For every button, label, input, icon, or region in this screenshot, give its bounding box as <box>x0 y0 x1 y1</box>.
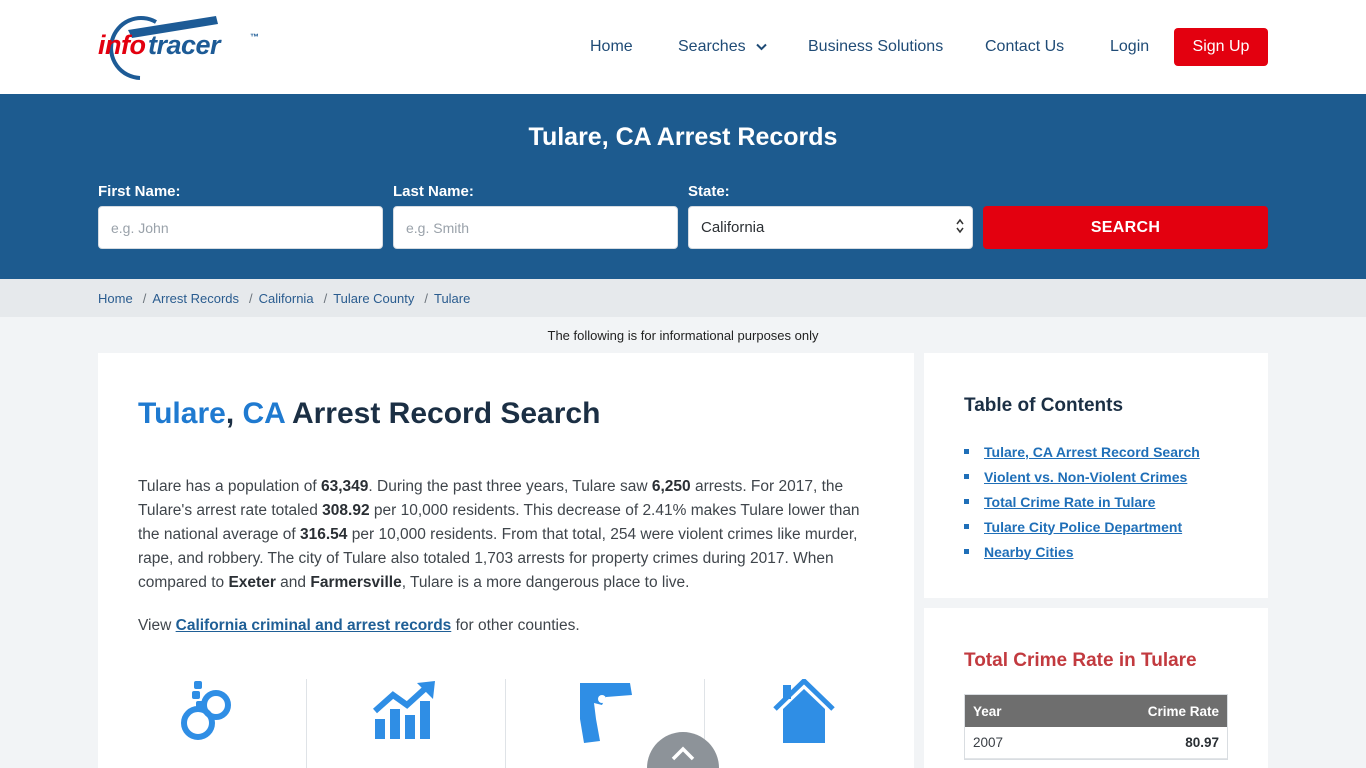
last-name-label: Last Name: <box>393 183 474 200</box>
toc-item: Violent vs. Non-Violent Crimes <box>964 464 1200 489</box>
nearby-city-exeter: Exeter <box>228 574 276 591</box>
breadcrumb-row: Home / Arrest Records / California / Tulare Co… <box>98 291 470 306</box>
breadcrumb-california[interactable]: California <box>259 291 314 306</box>
toc-list: Tulare, CA Arrest Record Search Violent … <box>964 439 1200 564</box>
table-header: Year Crime Rate <box>965 695 1227 727</box>
crime-rate-card: Total Crime Rate in Tulare Year Crime Ra… <box>924 608 1268 768</box>
para-text: Tulare has a population of <box>138 478 321 495</box>
national-average-value: 316.54 <box>300 526 348 543</box>
top-navbar: info tracer ™ Home Searches Business Sol… <box>0 0 1366 94</box>
chevron-up-icon <box>671 746 695 761</box>
handcuffs-icon <box>181 681 231 740</box>
nav-searches-label: Searches <box>678 38 746 56</box>
para-text: , Tulare is a more dangerous place to li… <box>401 574 690 591</box>
state-label: State: <box>688 183 730 200</box>
intro-paragraph: Tulare has a population of 63,349. Durin… <box>138 475 878 595</box>
stat-column-arrests <box>108 679 307 768</box>
last-name-input[interactable]: e.g. Smith <box>393 206 678 249</box>
toc-item: Tulare City Police Department <box>964 514 1200 539</box>
section-title: Tulare, CA Arrest Record Search <box>138 397 600 431</box>
toc-link-violent-crimes[interactable]: Violent vs. Non-Violent Crimes <box>984 469 1187 485</box>
infotracer-logo[interactable]: info tracer ™ <box>98 14 264 80</box>
nav-searches[interactable]: Searches <box>678 38 767 56</box>
bullet-icon <box>964 474 969 479</box>
main-content-card: Tulare, CA Arrest Record Search Tulare h… <box>98 353 914 768</box>
logo-text-info: info <box>98 30 146 60</box>
toc-item: Total Crime Rate in Tulare <box>964 489 1200 514</box>
breadcrumb-tulare-county[interactable]: Tulare County <box>333 291 414 306</box>
search-button[interactable]: SEARCH <box>983 206 1268 249</box>
title-state: CA <box>242 397 285 430</box>
breadcrumb-separator: / <box>424 291 428 306</box>
nearby-city-farmersville: Farmersville <box>310 574 402 591</box>
toc-link-arrest-search[interactable]: Tulare, CA Arrest Record Search <box>984 444 1200 460</box>
toc-item: Nearby Cities <box>964 539 1200 564</box>
breadcrumb-separator: / <box>323 291 328 306</box>
table-row: 2007 80.97 <box>965 727 1227 759</box>
crime-rate-table: Year Crime Rate 2007 80.97 <box>964 694 1228 760</box>
nav-business-solutions[interactable]: Business Solutions <box>808 38 943 56</box>
informational-note: The following is for informational purpo… <box>547 328 819 343</box>
title-comma: , <box>225 397 235 430</box>
california-records-link[interactable]: California criminal and arrest records <box>176 617 452 634</box>
arrest-rate-value: 308.92 <box>322 502 370 519</box>
breadcrumb: Home / Arrest Records / California / Tulare Co… <box>0 279 1366 317</box>
state-select-value: California <box>701 219 765 236</box>
nav-contact-us[interactable]: Contact Us <box>985 38 1064 56</box>
para-text: for other counties. <box>451 617 580 634</box>
breadcrumb-home[interactable]: Home <box>98 291 133 306</box>
bullet-icon <box>964 524 969 529</box>
nav-home[interactable]: Home <box>590 38 633 56</box>
breadcrumb-separator: / <box>142 291 147 306</box>
state-select[interactable]: California <box>688 206 973 249</box>
bullet-icon <box>964 499 969 504</box>
toc-link-nearby-cities[interactable]: Nearby Cities <box>984 544 1073 560</box>
nav-login[interactable]: Login <box>1110 38 1149 56</box>
chevron-down-icon <box>755 38 767 56</box>
toc-link-total-crime-rate[interactable]: Total Crime Rate in Tulare <box>984 494 1155 510</box>
year-cell: 2007 <box>973 735 1004 750</box>
title-city: Tulare <box>138 397 226 430</box>
page-title: Tulare, CA Arrest Records <box>528 123 838 151</box>
bullet-icon <box>964 549 969 554</box>
chart-up-icon <box>373 681 435 739</box>
first-name-label: First Name: <box>98 183 181 200</box>
table-of-contents-card: Table of Contents Tulare, CA Arrest Reco… <box>924 353 1268 598</box>
column-header-crime-rate: Crime Rate <box>1147 703 1219 719</box>
breadcrumb-arrest-records[interactable]: Arrest Records <box>152 291 239 306</box>
para-text: View <box>138 617 176 634</box>
select-arrows-icon <box>956 218 964 238</box>
view-records-paragraph: View California criminal and arrest reco… <box>138 617 580 635</box>
breadcrumb-separator: / <box>249 291 253 306</box>
toc-item: Tulare, CA Arrest Record Search <box>964 439 1200 464</box>
para-text: and <box>275 574 311 591</box>
logo-text-tracer: tracer <box>148 30 221 60</box>
search-hero: Tulare, CA Arrest Records First Name: e.… <box>0 94 1366 279</box>
first-name-input[interactable]: e.g. John <box>98 206 383 249</box>
population-value: 63,349 <box>320 478 369 495</box>
breadcrumb-tulare[interactable]: Tulare <box>434 291 470 306</box>
title-rest: Arrest Record Search <box>291 397 601 430</box>
toc-link-police-department[interactable]: Tulare City Police Department <box>984 519 1182 535</box>
bullet-icon <box>964 449 969 454</box>
crime-rate-title: Total Crime Rate in Tulare <box>964 650 1197 671</box>
toc-title: Table of Contents <box>964 395 1124 416</box>
para-text: . During the past three years, Tulare sa… <box>368 478 652 495</box>
stat-column-property <box>705 679 904 768</box>
stat-column-trend <box>307 679 506 768</box>
sign-up-button[interactable]: Sign Up <box>1174 28 1268 66</box>
logo-trademark: ™ <box>250 32 259 42</box>
column-header-year: Year <box>973 703 1002 719</box>
arrests-value: 6,250 <box>651 478 691 495</box>
rate-cell: 80.97 <box>1185 735 1219 750</box>
gun-icon <box>580 683 632 743</box>
house-icon <box>773 679 835 743</box>
